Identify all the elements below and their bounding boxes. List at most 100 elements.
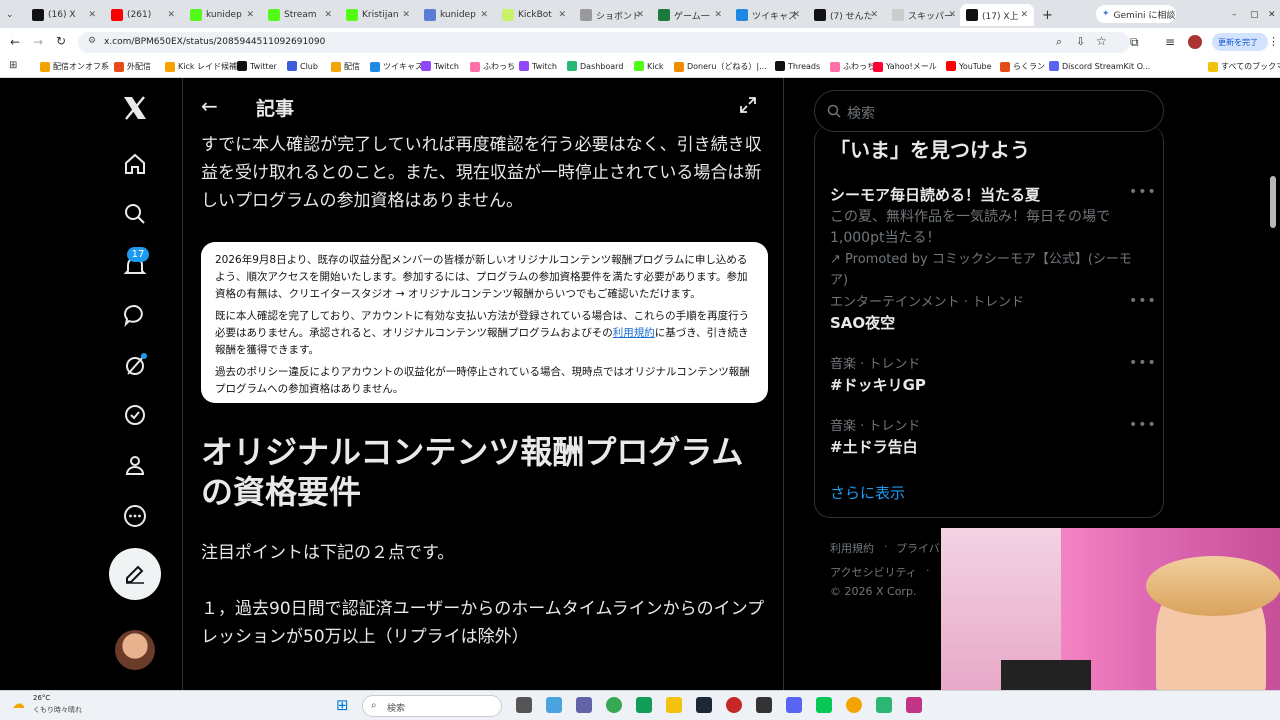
site-info-icon[interactable]: ⚙ [88, 36, 96, 46]
start-icon[interactable]: ⊞ [336, 696, 349, 714]
task-view-icon[interactable] [516, 697, 532, 713]
show-more-link[interactable]: さらに表示 [830, 482, 905, 503]
bookmark-item[interactable]: ツイキャス [370, 61, 423, 72]
promoted-trend[interactable]: シーモア毎日読める！当たる夏 この夏、無料作品を一気読み！毎日その場で1,000… [830, 184, 1145, 291]
bookmark-item[interactable]: Threads [775, 61, 820, 71]
tab-close-icon[interactable]: ✕ [480, 10, 488, 20]
verified-icon[interactable] [119, 399, 151, 431]
close-window-button[interactable]: ✕ [1262, 4, 1276, 26]
app-icon[interactable] [906, 697, 922, 713]
home-icon[interactable] [119, 148, 151, 180]
browser-tab[interactable]: ツイキャス ✕ [730, 4, 806, 26]
tab-search-button[interactable]: ⌄ [0, 4, 24, 26]
terms-link[interactable]: 利用規約 [613, 327, 655, 339]
browser-tab[interactable]: ショボンド ✕ [574, 4, 650, 26]
apps-grid-icon[interactable]: ⊞ [9, 60, 17, 71]
app-icon[interactable] [846, 697, 862, 713]
account-avatar[interactable] [115, 630, 155, 670]
bookmark-item[interactable]: Club [287, 61, 318, 71]
bookmark-item[interactable]: Discord StreamKit O... [1049, 61, 1150, 71]
bookmark-item[interactable]: Twitch [519, 61, 557, 71]
trend-more-icon[interactable]: ••• [1129, 355, 1157, 371]
bookmark-item[interactable]: 配信オンオフ系 [40, 61, 109, 72]
browser-tab[interactable]: (7) せんた ✕ [808, 4, 884, 26]
bookmark-item[interactable]: Doneru（どねる）|... [674, 61, 767, 72]
bookmark-item[interactable]: ふわっち [830, 61, 875, 72]
bookmark-item[interactable]: Yahoo!メール [873, 61, 937, 72]
app-icon[interactable] [876, 697, 892, 713]
messages-icon[interactable] [119, 299, 151, 331]
app-icon[interactable] [756, 697, 772, 713]
tab-close-icon[interactable]: ✕ [88, 10, 96, 20]
url-input[interactable]: ⚙ x.com/BPM650EX/status/2085944511092691… [78, 32, 1130, 53]
reading-list-icon[interactable]: ≡ [1165, 35, 1175, 49]
bookmark-item[interactable]: Dashboard [567, 61, 623, 71]
tab-close-icon[interactable]: ✕ [636, 10, 644, 20]
trend-more-icon[interactable]: ••• [1129, 293, 1157, 309]
tab-close-icon[interactable]: ✕ [870, 10, 878, 20]
maximize-button[interactable]: ▢ [1244, 4, 1258, 26]
explorer-icon[interactable] [666, 697, 682, 713]
expand-icon[interactable] [739, 96, 757, 118]
reload-icon[interactable]: ↻ [56, 34, 66, 48]
tab-close-icon[interactable]: ✕ [558, 10, 566, 20]
footer-accessibility-link[interactable]: アクセシビリティ [830, 564, 917, 580]
bookmark-item[interactable]: 外配信 [114, 61, 151, 72]
browser-tab[interactable]: (17) X上 ✕ [960, 4, 1034, 26]
browser-tab[interactable]: Kristijan ✕ [340, 4, 416, 26]
taskbar-search-input[interactable]: ⌕ 検索 [362, 695, 502, 717]
bookmark-item[interactable]: Twitch [421, 61, 459, 71]
browser-tab[interactable]: kunidep ✕ [184, 4, 260, 26]
tab-close-icon[interactable]: ✕ [792, 10, 800, 20]
forward-icon[interactable]: → [33, 35, 43, 49]
gemini-button[interactable]: ✦ Gemini に相談 [1096, 5, 1176, 23]
tab-close-icon[interactable]: ✕ [324, 10, 332, 20]
trend-item[interactable]: 音楽 · トレンド #土ドラ告白 [830, 415, 1145, 457]
bookmark-item[interactable]: 配信 [331, 61, 360, 72]
bookmark-item[interactable]: らくラン [1000, 61, 1045, 72]
all-bookmarks[interactable]: すべてのブックマーク [1208, 61, 1280, 72]
compose-post-button[interactable] [109, 548, 161, 600]
extensions-icon[interactable]: ⧉ [1130, 35, 1139, 50]
tab-close-icon[interactable]: ✕ [714, 10, 722, 20]
trend-item[interactable]: エンターテインメント · トレンド SAO夜空 [830, 291, 1145, 333]
promo-more-icon[interactable]: ••• [1129, 184, 1157, 200]
footer-privacy-link[interactable]: プライバ [896, 540, 940, 556]
tab-close-icon[interactable]: ✕ [1020, 10, 1028, 20]
install-icon[interactable]: ⇩ [1076, 35, 1085, 48]
x-logo-icon[interactable] [119, 92, 151, 124]
obs-icon[interactable] [726, 697, 742, 713]
profile-icon[interactable] [119, 449, 151, 481]
more-options-icon[interactable] [119, 500, 151, 532]
trend-more-icon[interactable]: ••• [1129, 417, 1157, 433]
browser-tab[interactable]: スキッパー ✕ [886, 4, 962, 26]
profile-avatar[interactable] [1188, 35, 1202, 49]
bookmark-star-icon[interactable]: ☆ [1096, 34, 1107, 48]
tab-close-icon[interactable]: ✕ [948, 10, 956, 20]
chrome-icon[interactable] [606, 697, 622, 713]
bookmark-item[interactable]: YouTube [946, 61, 992, 71]
grok-icon[interactable] [119, 349, 151, 381]
footer-terms-link[interactable]: 利用規約 [830, 540, 874, 556]
browser-tab[interactable]: kunidep ✕ [418, 4, 494, 26]
line-icon[interactable] [816, 697, 832, 713]
back-arrow-icon[interactable]: ← [201, 94, 218, 118]
trend-item[interactable]: 音楽 · トレンド #ドッキリGP [830, 353, 1145, 395]
bookmark-item[interactable]: Kick [634, 61, 664, 71]
browser-tab[interactable]: (16) X ✕ [26, 4, 102, 26]
discord-icon[interactable] [786, 697, 802, 713]
tab-close-icon[interactable]: ✕ [246, 10, 254, 20]
copilot-icon[interactable] [546, 697, 562, 713]
steam-icon[interactable] [696, 697, 712, 713]
tab-close-icon[interactable]: ✕ [402, 10, 410, 20]
browser-tab[interactable]: ゲーム一 ✕ [652, 4, 728, 26]
menu-icon[interactable]: ⋮ [1268, 35, 1279, 48]
browser-tab[interactable]: Stream ✕ [262, 4, 338, 26]
update-button[interactable]: 更新を完了 [1212, 33, 1268, 51]
page-scrollbar[interactable] [1270, 176, 1276, 228]
teams-icon[interactable] [576, 697, 592, 713]
zoom-icon[interactable]: ⌕ [1056, 35, 1062, 49]
browser-tab[interactable]: (261) ✕ [105, 4, 181, 26]
browser-tab[interactable]: KickBot ✕ [496, 4, 572, 26]
bookmark-item[interactable]: Twitter [237, 61, 277, 71]
